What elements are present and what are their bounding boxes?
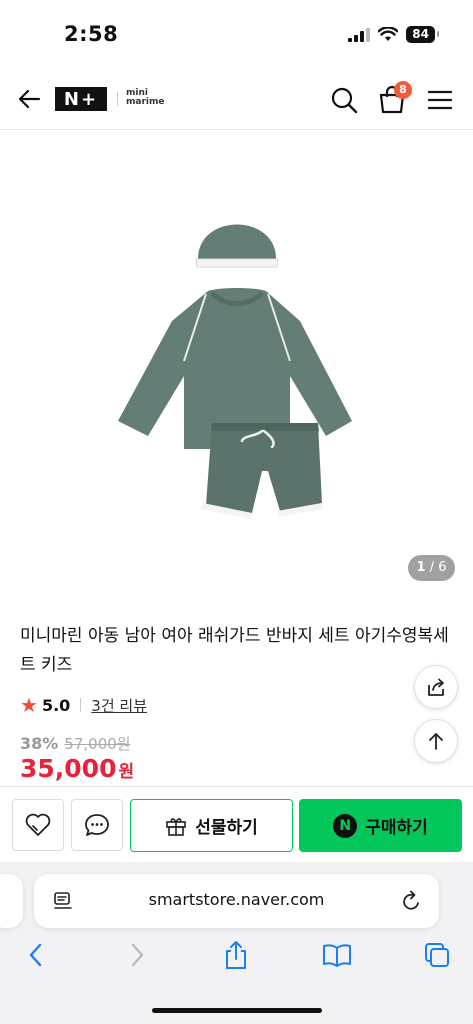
- buy-now-button[interactable]: N 구매하기: [299, 799, 462, 852]
- rating-divider: [80, 698, 82, 712]
- sale-price-currency: 원: [118, 762, 135, 782]
- image-page-counter: 1 / 6: [408, 555, 455, 581]
- browser-back-button[interactable]: [21, 940, 51, 970]
- tabs-button[interactable]: [422, 940, 452, 970]
- product-photo: [118, 224, 352, 519]
- chevron-left-icon: [29, 943, 42, 967]
- share-button[interactable]: [414, 665, 458, 709]
- store-header: N+ mini marime 8: [0, 70, 473, 130]
- star-icon: ★: [20, 693, 38, 717]
- share-icon: [428, 678, 444, 696]
- brand-logo-line2: marime: [126, 97, 165, 107]
- brand-logo[interactable]: mini marime: [126, 89, 164, 107]
- product-title: 미니마린 아동 남아 여아 래쉬가드 반바지 세트 아기수영복세트 키즈: [20, 626, 449, 675]
- gift-button-label: 선물하기: [195, 818, 258, 838]
- original-price: 57,000원: [64, 735, 131, 753]
- discount-rate: 38%: [20, 734, 59, 753]
- status-time: 2:58: [64, 22, 119, 46]
- purchase-bar: 선물하기 N 구매하기: [0, 786, 473, 862]
- wishlist-button[interactable]: [12, 799, 64, 851]
- header-divider: [117, 92, 118, 106]
- review-count-link[interactable]: 3건 리뷰: [91, 695, 147, 716]
- scroll-to-top-button[interactable]: [414, 719, 458, 763]
- reload-icon[interactable]: [401, 889, 423, 913]
- search-icon[interactable]: [330, 86, 358, 114]
- gift-button[interactable]: 선물하기: [130, 799, 293, 852]
- chevron-right-icon: [131, 943, 144, 967]
- rating-score: 5.0: [41, 695, 71, 715]
- home-indicator: [152, 1008, 322, 1013]
- browser-forward-button[interactable]: [122, 940, 152, 970]
- browser-share-button[interactable]: [221, 940, 251, 970]
- sale-price: 35,000 원: [20, 754, 134, 783]
- battery-indicator: 84: [406, 26, 439, 43]
- address-bar[interactable]: smartstore.naver.com: [34, 874, 439, 928]
- tabs-overview-icon: [425, 943, 449, 967]
- wifi-icon: [378, 27, 399, 41]
- gift-icon: [166, 817, 187, 836]
- chat-bubble-icon: [85, 814, 109, 836]
- arrow-up-icon: [429, 733, 443, 750]
- talk-talk-button[interactable]: [71, 799, 123, 851]
- naver-plus-store-logo[interactable]: N+: [55, 87, 107, 111]
- status-icons: 84: [348, 26, 439, 43]
- cart-count-badge: 8: [394, 81, 412, 99]
- naver-pay-n-icon: N: [333, 813, 358, 838]
- share-upload-icon: [226, 941, 246, 969]
- buy-button-label: 구매하기: [365, 818, 428, 838]
- back-arrow-icon[interactable]: [16, 86, 42, 112]
- bookmarks-button[interactable]: [322, 940, 352, 970]
- product-image-gallery[interactable]: [0, 131, 473, 601]
- browser-toolbar: [0, 940, 473, 980]
- heart-icon: [25, 813, 51, 836]
- discount-row: 38% 57,000원: [20, 733, 131, 754]
- image-current-index: 1: [416, 560, 426, 575]
- status-bar: 2:58 84: [0, 0, 473, 70]
- rating-row: ★ 5.0 3건 리뷰: [20, 693, 147, 717]
- signal-icon: [348, 27, 371, 42]
- open-book-icon: [323, 944, 351, 967]
- sale-price-amount: 35,000: [20, 754, 117, 783]
- browser-chrome: smartstore.naver.com: [0, 862, 473, 1024]
- hamburger-menu-icon[interactable]: [427, 88, 453, 112]
- image-total-count: / 6: [429, 560, 447, 575]
- previous-tab-peek[interactable]: [0, 874, 23, 928]
- url-text: smartstore.naver.com: [148, 890, 325, 909]
